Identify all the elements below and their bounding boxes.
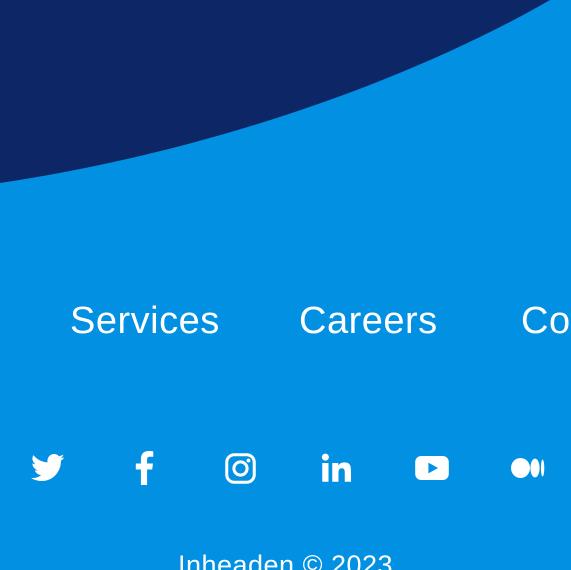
youtube-link[interactable] <box>414 450 450 486</box>
instagram-icon <box>224 452 256 484</box>
facebook-icon <box>135 451 154 485</box>
twitter-link[interactable] <box>30 450 66 486</box>
footer-nav: Services Careers Co <box>0 296 571 346</box>
facebook-link[interactable] <box>126 450 162 486</box>
linkedin-link[interactable] <box>318 450 354 486</box>
copyright-text: Inheaden © 2023 <box>177 550 394 570</box>
nav-link-careers[interactable]: Careers <box>299 296 438 346</box>
nav-link-contact[interactable]: Co <box>521 296 571 346</box>
instagram-link[interactable] <box>222 450 258 486</box>
twitter-icon <box>31 453 65 482</box>
nav-link-services[interactable]: Services <box>70 296 220 346</box>
social-links <box>0 450 571 486</box>
wave-decoration <box>0 0 550 183</box>
linkedin-icon <box>321 453 351 482</box>
footer-section: Services Careers Co Inheaden © 2023 <box>0 0 571 570</box>
medium-icon <box>511 458 545 478</box>
youtube-icon <box>415 456 449 480</box>
medium-link[interactable] <box>510 450 546 486</box>
